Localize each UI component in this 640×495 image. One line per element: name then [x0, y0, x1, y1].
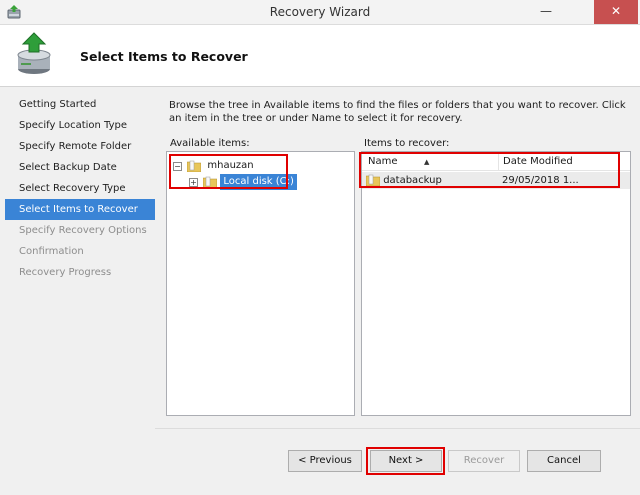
step-select-backup-date[interactable]: Select Backup Date [5, 157, 155, 178]
highlight-box-next [366, 447, 445, 475]
step-specify-recovery-options: Specify Recovery Options [19, 225, 147, 236]
step-specify-location-type[interactable]: Specify Location Type [5, 115, 155, 136]
instruction-text: Browse the tree in Available items to fi… [169, 100, 626, 124]
title-bar: Recovery Wizard — ✕ [0, 0, 640, 25]
highlight-box-tree [169, 154, 288, 189]
step-recovery-progress: Recovery Progress [19, 267, 112, 278]
footer-divider [155, 428, 640, 429]
available-items-label: Available items: [170, 138, 250, 149]
wizard-content: Browse the tree in Available items to fi… [155, 92, 640, 495]
step-confirmation: Confirmation [19, 246, 84, 257]
backup-drive-icon [17, 32, 51, 74]
step-select-recovery-type[interactable]: Select Recovery Type [5, 178, 155, 199]
items-to-recover-label: Items to recover: [364, 138, 450, 149]
available-items-tree[interactable]: − mhauzan + Local disk (C:) [166, 151, 355, 416]
highlight-box-list [359, 152, 620, 188]
wizard-steps-nav: Getting Started Specify Location Type Sp… [5, 94, 155, 494]
minimize-button[interactable]: — [530, 0, 562, 24]
page-title: Select Items to Recover [80, 49, 248, 64]
items-to-recover-list[interactable]: Name ▲ Date Modified databackup 29/05/20… [361, 151, 631, 416]
step-select-items-to-recover[interactable]: Select Items to Recover [5, 199, 155, 220]
recover-button: Recover [448, 450, 520, 472]
wizard-header: Select Items to Recover [0, 25, 640, 87]
previous-button[interactable]: < Previous [288, 450, 362, 472]
close-button[interactable]: ✕ [594, 0, 638, 24]
step-specify-remote-folder[interactable]: Specify Remote Folder [5, 136, 155, 157]
step-getting-started[interactable]: Getting Started [5, 94, 155, 115]
cancel-button[interactable]: Cancel [527, 450, 601, 472]
